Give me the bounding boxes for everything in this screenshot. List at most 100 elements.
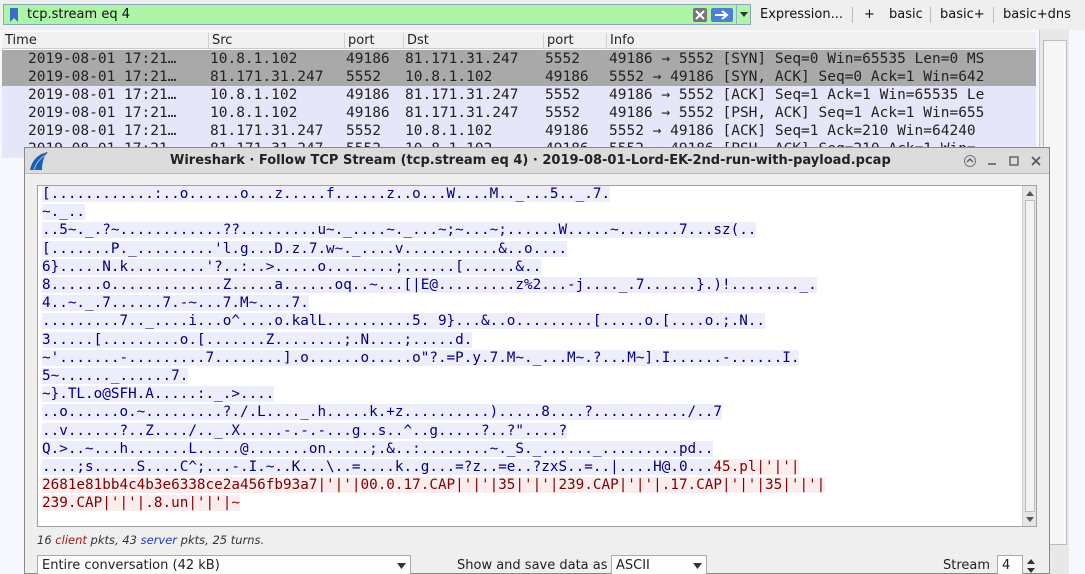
packet-cell-src: 81.171.31.247 xyxy=(210,123,324,139)
packet-cell-dst: 10.8.1.102 xyxy=(405,69,493,85)
packet-cell-dport: 5552 xyxy=(545,105,580,121)
packet-cell-sport: 49186 xyxy=(346,51,390,67)
stream-line: ..o......o.~.........?./.L...._.h.....k.… xyxy=(42,403,722,421)
column-time[interactable]: Time xyxy=(2,33,37,49)
packet-cell-time: 2019-08-01 17:21… xyxy=(28,51,177,67)
packet-cell-info: 49186 → 5552 [PSH, ACK] Seq=1 Ack=1 Win=… xyxy=(609,105,985,121)
filter-button-basic-plus[interactable]: basic+ xyxy=(940,7,985,22)
stream-content[interactable]: [............:..o......o...z.....f......… xyxy=(37,185,1037,527)
stream-line: Q.>..~...h.......L.....@.......on.....;.… xyxy=(42,440,714,458)
packet-cell-src: 10.8.1.102 xyxy=(210,51,298,67)
client-data: 239.CAP|'|'|.8.un|'|'|~ xyxy=(42,495,240,512)
stream-line: 6}.....N.k.........'?..:..>.....o.......… xyxy=(42,258,542,276)
packet-cell-src: 10.8.1.102 xyxy=(210,105,298,121)
stream-scrollbar[interactable] xyxy=(1022,186,1036,526)
stream-line: ..5~._.?~............??.........u~._....… xyxy=(42,221,757,239)
add-filter-button[interactable]: + xyxy=(864,7,875,22)
column-src-port[interactable]: port xyxy=(344,33,375,49)
client-data: 45.pl|'|'| xyxy=(713,459,800,475)
packet-cell-info: 49186 → 5552 [SYN] Seq=0 Win=65535 Len=0… xyxy=(609,51,985,67)
packet-row[interactable]: 2019-08-01 17:21… 81.171.31.247 5552 10.8.1… xyxy=(2,68,1036,86)
server-data: 8......o.............Z.....a......oq..~.… xyxy=(42,277,817,293)
client-data: 2681e81bb4c4b3e6338ce2a456fb93a7|'|'|00.… xyxy=(42,477,826,494)
scrollbar-thumb[interactable] xyxy=(1025,200,1035,512)
chevron-down-icon xyxy=(693,556,702,574)
stream-line: ..v......?..Z..../.._.X.....-.-.-...g..s… xyxy=(42,422,568,440)
packet-cell-info: 49186 → 5552 [ACK] Seq=1 Ack=1 Win=65535… xyxy=(609,87,985,103)
packet-cell-sport: 49186 xyxy=(346,105,390,121)
server-label: server xyxy=(140,533,178,547)
server-data: .........7.._....i...o^....o.kalL.......… xyxy=(42,313,766,330)
follow-tcp-stream-dialog: Wireshark · Follow TCP Stream (tcp.strea… xyxy=(24,147,1050,574)
show-data-label: Show and save data as xyxy=(457,558,608,573)
packet-cell-dport: 5552 xyxy=(545,87,580,103)
conversation-select[interactable]: Entire conversation (42 kB) xyxy=(37,555,411,574)
server-data: ....;s.....S....C^;...-.I.~..K...\..=...… xyxy=(42,459,714,475)
packet-cell-dport: 5552 xyxy=(545,51,580,67)
stream-line: 2681e81bb4c4b3e6338ce2a456fb93a7|'|'|00.… xyxy=(42,476,826,494)
server-data: ~._.. xyxy=(42,204,86,221)
expression-button[interactable]: Expression... xyxy=(760,7,843,22)
data-format-select[interactable]: ASCII xyxy=(611,555,707,574)
packet-cell-sport: 49186 xyxy=(346,87,390,103)
packet-cell-sport: 5552 xyxy=(346,123,381,139)
packet-cell-time: 2019-08-01 17:21… xyxy=(28,87,177,103)
chevron-down-icon[interactable] xyxy=(736,5,750,24)
server-data: [.......P._.........'l.g...D.z.7.w~._...… xyxy=(42,240,568,257)
packet-cell-sport: 5552 xyxy=(346,69,381,85)
column-dst-port[interactable]: port xyxy=(543,33,574,49)
stream-line: 239.CAP|'|'|.8.un|'|'|~ xyxy=(42,494,240,512)
stream-label: Stream xyxy=(943,558,991,573)
packet-row[interactable]: 2019-08-01 17:21… 10.8.1.102 49186 81.171.3… xyxy=(2,50,1036,68)
toolbar-separator xyxy=(993,7,994,23)
scroll-down-icon[interactable] xyxy=(1023,513,1036,525)
packet-cell-dport: 49186 xyxy=(545,69,589,85)
toolbar-separator xyxy=(852,7,853,23)
column-dst[interactable]: Dst xyxy=(403,33,429,49)
column-info[interactable]: Info xyxy=(606,33,635,49)
packet-cell-info: 5552 → 49186 [ACK] Seq=1 Ack=210 Win=642… xyxy=(609,123,976,139)
scroll-up-icon[interactable] xyxy=(1023,187,1036,199)
apply-filter-icon[interactable] xyxy=(710,7,734,23)
packet-row[interactable]: 2019-08-01 17:21… 81.171.31.247 5552 10.8.1… xyxy=(2,122,1036,140)
packet-cell-time: 2019-08-01 17:21… xyxy=(28,69,177,85)
display-filter-input[interactable]: tcp.stream eq 4 xyxy=(3,4,751,25)
display-filter-toolbar: tcp.stream eq 4 Expression... + basic ba… xyxy=(0,0,1085,30)
filter-text[interactable]: tcp.stream eq 4 xyxy=(27,7,692,22)
stream-line: ....;s.....S....C^;...-.I.~..K...\..=...… xyxy=(42,458,800,476)
stream-line: 5~......_......7. xyxy=(42,367,189,385)
chevron-down-icon xyxy=(397,556,406,574)
packet-row[interactable]: 2019-08-01 17:21… 10.8.1.102 49186 81.171.3… xyxy=(2,86,1036,104)
stream-line: ~'.......-.........7........].o......o..… xyxy=(42,349,800,367)
close-icon[interactable] xyxy=(1029,154,1043,168)
dialog-titlebar[interactable]: Wireshark · Follow TCP Stream (tcp.strea… xyxy=(25,148,1049,174)
stream-number-spinbox[interactable]: 4 xyxy=(997,555,1023,574)
wireshark-fin-icon xyxy=(28,150,50,172)
packet-row[interactable]: 2019-08-01 17:21… 10.8.1.102 49186 81.171.3… xyxy=(2,104,1036,122)
packet-cell-src: 81.171.31.247 xyxy=(210,69,324,85)
packet-cell-time: 2019-08-01 17:21… xyxy=(28,123,177,139)
stream-line: 8......o.............Z.....a......oq..~.… xyxy=(42,276,817,294)
server-data: ~'.......-.........7........].o......o..… xyxy=(42,349,800,366)
minimize-icon[interactable] xyxy=(985,154,999,168)
clear-filter-icon[interactable] xyxy=(692,7,708,23)
maximize-icon[interactable] xyxy=(1007,154,1021,168)
stream-line: ~._.. xyxy=(42,203,86,221)
packet-cell-dst: 10.8.1.102 xyxy=(405,123,493,139)
packet-cell-info: 5552 → 49186 [SYN, ACK] Seq=0 Ack=1 Win=… xyxy=(609,69,985,85)
column-src[interactable]: Src xyxy=(208,33,232,49)
stream-spin-buttons[interactable] xyxy=(1025,557,1037,574)
server-data: ..v......?..Z..../.._.X.....-.-.-...g..s… xyxy=(42,422,568,439)
packet-cell-dst: 81.171.31.247 xyxy=(405,87,519,103)
client-label: client xyxy=(55,533,87,547)
filter-button-basic-dns[interactable]: basic+dns xyxy=(1003,7,1071,22)
stream-line: 4..~._.7......7.-~...7.M~....7. xyxy=(42,294,309,312)
stream-line: [.......P._.........'l.g...D.z.7.w~._...… xyxy=(42,240,568,258)
stream-line: 3.....[.........o.[.......Z........;.N..… xyxy=(42,331,473,349)
dialog-title: Wireshark · Follow TCP Stream (tcp.strea… xyxy=(170,153,891,168)
packet-cell-dport: 49186 xyxy=(545,123,589,139)
keep-above-icon[interactable] xyxy=(963,154,977,168)
server-data: 3.....[.........o.[.......Z........;.N..… xyxy=(42,331,473,348)
filter-button-basic[interactable]: basic xyxy=(889,7,923,22)
bookmark-icon[interactable] xyxy=(7,5,21,24)
